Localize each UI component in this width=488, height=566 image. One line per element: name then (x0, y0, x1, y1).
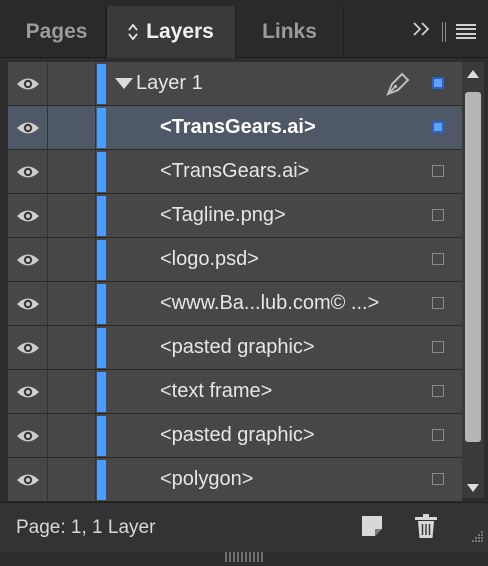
lock-toggle[interactable] (48, 150, 96, 193)
tab-layers[interactable]: Layers (106, 6, 236, 58)
eye-icon (16, 472, 40, 488)
list-item[interactable]: <TransGears.ai> (8, 106, 462, 150)
list-item[interactable]: <Tagline.png> (8, 194, 462, 238)
item-name: <TransGears.ai> (160, 116, 316, 138)
item-name: <pasted graphic> (160, 336, 315, 358)
lock-toggle[interactable] (48, 458, 96, 501)
item-name: <pasted graphic> (160, 424, 315, 446)
visibility-toggle[interactable] (8, 194, 48, 237)
eye-icon (16, 120, 40, 136)
visibility-toggle[interactable] (8, 62, 48, 105)
up-down-arrows-icon (128, 24, 138, 40)
expand-triangle-icon[interactable] (115, 78, 133, 89)
scroll-thumb[interactable] (465, 92, 481, 442)
tab-layers-label: Layers (146, 20, 214, 43)
eye-icon (16, 252, 40, 268)
layer-color-swatch (97, 196, 106, 236)
eye-icon (16, 208, 40, 224)
panel-tab-bar: Pages Layers Links (0, 0, 488, 58)
selection-indicator[interactable] (432, 121, 444, 133)
resize-grip-icon[interactable] (470, 529, 484, 548)
list-item[interactable]: <TransGears.ai> (8, 150, 462, 194)
item-name: <Tagline.png> (160, 204, 286, 226)
visibility-toggle[interactable] (8, 414, 48, 457)
layer-color-swatch (97, 108, 106, 148)
item-name: <logo.psd> (160, 248, 259, 270)
layer-color-swatch (97, 328, 106, 368)
eye-icon (16, 164, 40, 180)
layer-color-swatch (97, 460, 106, 500)
lock-toggle[interactable] (48, 370, 96, 413)
selection-indicator[interactable] (432, 385, 444, 397)
eye-icon (16, 296, 40, 312)
layer-color-swatch (97, 64, 106, 104)
lock-toggle[interactable] (48, 238, 96, 281)
visibility-toggle[interactable] (8, 458, 48, 501)
pen-nib-icon (384, 70, 412, 103)
eye-icon (16, 340, 40, 356)
layers-panel: Pages Layers Links Layer 1 <TransGears.a… (0, 0, 488, 566)
lock-toggle[interactable] (48, 62, 96, 105)
lock-toggle[interactable] (48, 106, 96, 149)
new-layer-icon[interactable] (361, 515, 383, 542)
lock-toggle[interactable] (48, 194, 96, 237)
hamburger-menu-icon[interactable] (456, 23, 476, 40)
eye-icon (16, 76, 40, 92)
list-item[interactable]: <logo.psd> (8, 238, 462, 282)
lock-toggle[interactable] (48, 326, 96, 369)
list-item[interactable]: <pasted graphic> (8, 326, 462, 370)
item-name: <www.Ba...lub.com© ...> (160, 292, 380, 314)
lock-toggle[interactable] (48, 282, 96, 325)
list-item[interactable]: <text frame> (8, 370, 462, 414)
status-text: Page: 1, 1 Layer (16, 517, 156, 538)
item-name: <polygon> (160, 468, 254, 490)
tab-links[interactable]: Links (236, 6, 344, 58)
list-item[interactable]: <pasted graphic> (8, 414, 462, 458)
selection-indicator[interactable] (432, 253, 444, 265)
tab-pages-label: Pages (25, 20, 88, 43)
panel-controls (412, 20, 476, 43)
selection-indicator[interactable] (432, 165, 444, 177)
layer-color-swatch (97, 240, 106, 280)
divider-grip (442, 21, 446, 42)
layer-color-swatch (97, 372, 106, 412)
selection-indicator[interactable] (432, 209, 444, 221)
list-item[interactable]: <www.Ba...lub.com© ...> (8, 282, 462, 326)
scroll-up-arrow-icon[interactable] (467, 70, 479, 78)
tab-pages[interactable]: Pages (8, 6, 106, 58)
tab-links-label: Links (262, 20, 317, 43)
bottom-resize-handle[interactable] (225, 552, 265, 562)
vertical-scrollbar[interactable] (462, 62, 484, 498)
layer-color-swatch (97, 416, 106, 456)
lock-toggle[interactable] (48, 414, 96, 457)
selection-indicator[interactable] (432, 473, 444, 485)
selection-indicator[interactable] (432, 297, 444, 309)
layer-name: Layer 1 (136, 72, 203, 94)
selection-indicator[interactable] (432, 429, 444, 441)
panel-footer: Page: 1, 1 Layer (0, 502, 488, 552)
visibility-toggle[interactable] (8, 150, 48, 193)
list-item[interactable]: <polygon> (8, 458, 462, 502)
visibility-toggle[interactable] (8, 282, 48, 325)
layer-color-swatch (97, 284, 106, 324)
scroll-down-arrow-icon[interactable] (467, 484, 479, 492)
selection-indicator[interactable] (432, 341, 444, 353)
visibility-toggle[interactable] (8, 106, 48, 149)
eye-icon (16, 384, 40, 400)
trash-icon[interactable] (414, 513, 438, 544)
visibility-toggle[interactable] (8, 326, 48, 369)
layer-row[interactable]: Layer 1 (8, 62, 462, 106)
layer-color-swatch (97, 152, 106, 192)
visibility-toggle[interactable] (8, 238, 48, 281)
item-name: <TransGears.ai> (160, 160, 310, 182)
double-chevron-right-icon[interactable] (412, 20, 432, 43)
selection-indicator[interactable] (432, 77, 444, 89)
layers-list: Layer 1 <TransGears.ai> <TransGears.ai> (8, 62, 462, 502)
eye-icon (16, 428, 40, 444)
item-name: <text frame> (160, 380, 273, 402)
visibility-toggle[interactable] (8, 370, 48, 413)
